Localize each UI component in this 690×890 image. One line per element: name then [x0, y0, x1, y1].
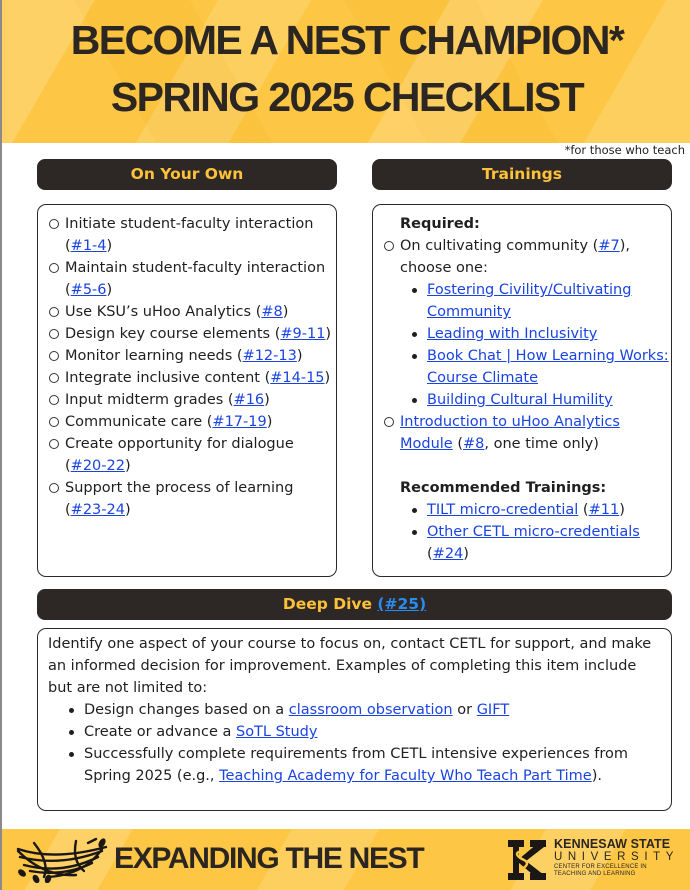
- checkbox-circle-icon[interactable]: [49, 263, 59, 273]
- item-link[interactable]: #9-11: [280, 326, 325, 342]
- cetl-line1: CENTER FOR EXCELLENCE IN: [554, 864, 647, 870]
- item-link[interactable]: #23-24: [71, 502, 125, 518]
- bullet-icon: [69, 730, 74, 735]
- on-your-own-list: Initiate student-faculty interaction (#1…: [47, 213, 332, 521]
- item-link[interactable]: #7: [598, 238, 619, 254]
- checklist-item: Create opportunity for dialogue (#20-22): [47, 433, 332, 477]
- community-option: Leading with Inclusivity: [410, 323, 670, 345]
- required-label: Required:: [400, 216, 480, 232]
- page-title-line2: SPRING 2025 CHECKLIST: [110, 74, 585, 120]
- bullet-icon: [412, 398, 417, 403]
- footer-banner: EXPANDING THE NEST KENNESAW STATE UNIVER…: [2, 829, 690, 890]
- training-link[interactable]: TILT micro-credential: [427, 502, 578, 518]
- checklist-item: Maintain student-faculty interaction (#5…: [47, 257, 332, 301]
- item-link[interactable]: #20-22: [71, 458, 125, 474]
- checkbox-circle-icon[interactable]: [49, 439, 59, 449]
- community-option: Fostering Civility/Cultivating Community: [410, 279, 670, 323]
- trainings-content: Required: On cultivating community (#7),…: [382, 213, 670, 565]
- checkbox-circle-icon[interactable]: [384, 241, 394, 251]
- deep-dive-link[interactable]: (#25): [377, 595, 426, 613]
- bullet-icon: [69, 752, 74, 757]
- classroom-observation-link[interactable]: classroom observation: [289, 702, 453, 718]
- community-option: Building Cultural Humility: [410, 389, 670, 411]
- checkbox-circle-icon[interactable]: [384, 417, 394, 427]
- recommended-training: TILT micro-credential (#11): [410, 499, 670, 521]
- bullet-icon: [412, 530, 417, 535]
- checklist-item: Design key course elements (#9-11): [47, 323, 332, 345]
- on-your-own-heading: On Your Own: [37, 159, 337, 190]
- checklist-item: Support the process of learning (#23-24): [47, 477, 332, 521]
- trainings-heading: Trainings: [372, 159, 672, 190]
- checkbox-circle-icon[interactable]: [49, 307, 59, 317]
- checklist-page: BECOME A NEST CHAMPION* SPRING 2025 CHEC…: [0, 0, 690, 890]
- bullet-icon: [412, 354, 417, 359]
- bullet-icon: [412, 508, 417, 513]
- item-link[interactable]: #5-6: [71, 282, 107, 298]
- example-item: Create or advance a SoTL Study: [67, 721, 663, 743]
- training-link[interactable]: Building Cultural Humility: [427, 392, 613, 408]
- ksu-wordmark: KENNESAW STATE UNIVERSITY CENTER FOR EXC…: [554, 838, 679, 878]
- recommended-label: Recommended Trainings:: [400, 480, 607, 496]
- checklist-item: Integrate inclusive content (#14-15): [47, 367, 332, 389]
- example-item: Design changes based on a classroom obse…: [67, 699, 663, 721]
- ksu-logo-icon: [508, 840, 546, 880]
- checkbox-circle-icon[interactable]: [49, 351, 59, 361]
- checkbox-circle-icon[interactable]: [49, 329, 59, 339]
- recommended-training: Other CETL micro-credentials (#24): [410, 521, 670, 565]
- item-link[interactable]: #8: [463, 436, 484, 452]
- item-link[interactable]: #16: [234, 392, 265, 408]
- checklist-item: Input midterm grades (#16): [47, 389, 332, 411]
- uhoo-training-item: Introduction to uHoo Analytics Module (#…: [382, 411, 670, 455]
- item-link[interactable]: #17-19: [212, 414, 266, 430]
- gift-link[interactable]: GIFT: [477, 702, 509, 718]
- item-link[interactable]: #8: [261, 304, 282, 320]
- bullet-icon: [412, 288, 417, 293]
- deep-dive-box: Identify one aspect of your course to fo…: [37, 628, 672, 811]
- cetl-line2: TEACHING AND LEARNING: [554, 871, 636, 877]
- teaching-academy-link[interactable]: Teaching Academy for Faculty Who Teach P…: [219, 768, 592, 784]
- training-link[interactable]: Other CETL micro-credentials: [427, 524, 640, 540]
- trainings-box: Required: On cultivating community (#7),…: [372, 204, 672, 577]
- item-link[interactable]: #11: [589, 502, 620, 518]
- item-link[interactable]: #12-13: [243, 348, 297, 364]
- checklist-item: Monitor learning needs (#12-13): [47, 345, 332, 367]
- deep-dive-heading: Deep Dive (#25): [37, 589, 672, 620]
- expanding-the-nest-title: EXPANDING THE NEST: [114, 842, 425, 875]
- deep-dive-content: Identify one aspect of your course to fo…: [48, 633, 663, 787]
- ksu-university: UNIVERSITY: [554, 851, 680, 863]
- checkbox-circle-icon[interactable]: [49, 417, 59, 427]
- community-option: Book Chat | How Learning Works: Course C…: [410, 345, 670, 389]
- checklist-item: Initiate student-faculty interaction (#1…: [47, 213, 332, 257]
- footnote: *for those who teach: [564, 143, 685, 157]
- checkbox-circle-icon[interactable]: [49, 373, 59, 383]
- checkbox-circle-icon[interactable]: [49, 483, 59, 493]
- checklist-item: Communicate care (#17-19): [47, 411, 332, 433]
- bullet-icon: [412, 332, 417, 337]
- sotl-study-link[interactable]: SoTL Study: [236, 724, 318, 740]
- item-link[interactable]: #14-15: [270, 370, 324, 386]
- community-options-list: Fostering Civility/Cultivating Community…: [382, 279, 670, 411]
- ksu-name: KENNESAW STATE: [554, 837, 671, 851]
- deep-dive-intro: Identify one aspect of your course to fo…: [48, 636, 652, 696]
- item-link[interactable]: #24: [433, 546, 464, 562]
- training-link[interactable]: Fostering Civility/Cultivating Community: [427, 282, 631, 320]
- checklist-item: Use KSU’s uHoo Analytics (#8): [47, 301, 332, 323]
- deep-dive-examples: Design changes based on a classroom obse…: [48, 699, 663, 787]
- item-link[interactable]: #1-4: [71, 238, 107, 254]
- checkbox-circle-icon[interactable]: [49, 395, 59, 405]
- recommended-list: TILT micro-credential (#11) Other CETL m…: [382, 499, 670, 565]
- example-item: Successfully complete requirements from …: [67, 743, 663, 787]
- nest-icon: [16, 837, 108, 883]
- community-training-item: On cultivating community (#7), choose on…: [382, 235, 670, 279]
- training-link[interactable]: Leading with Inclusivity: [427, 326, 597, 342]
- training-link[interactable]: Book Chat | How Learning Works: Course C…: [427, 348, 669, 386]
- on-your-own-box: Initiate student-faculty interaction (#1…: [37, 204, 337, 577]
- page-title-line1: BECOME A NEST CHAMPION*: [70, 17, 625, 63]
- checkbox-circle-icon[interactable]: [49, 219, 59, 229]
- header-banner: BECOME A NEST CHAMPION* SPRING 2025 CHEC…: [2, 0, 690, 143]
- bullet-icon: [69, 708, 74, 713]
